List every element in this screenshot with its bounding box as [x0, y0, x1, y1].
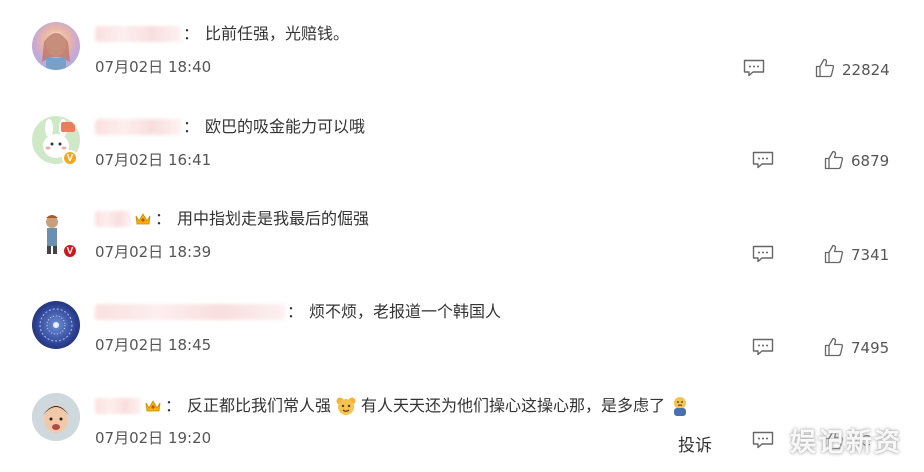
colon: ： [165, 396, 182, 415]
comment-text: 比前任强，光赔钱。 [205, 24, 350, 43]
username-redacted[interactable] [95, 211, 131, 227]
comment-line: ： 比前任强，光赔钱。 [95, 24, 349, 44]
like-count: 6879 [851, 152, 890, 170]
comment-text: 用中指划走是我最后的倔强 [177, 209, 370, 228]
comment-date: 07月02日 18:39 [95, 243, 212, 261]
verified-v-icon: V [62, 243, 78, 259]
colon: ： [155, 209, 172, 228]
comment-line: ： 用中指划走是我最后的倔强 [95, 209, 369, 229]
username-redacted[interactable] [95, 119, 181, 135]
verified-v-icon: V [62, 150, 78, 166]
report-button[interactable]: 投诉 [678, 431, 712, 456]
worried-emoji-icon [674, 397, 687, 416]
crown-icon [145, 400, 161, 412]
username-redacted[interactable] [95, 26, 181, 42]
comment-line: ： 欧巴的吸金能力可以哦 [95, 117, 365, 137]
bear-emoji-icon [336, 397, 356, 415]
avatar[interactable] [32, 301, 80, 349]
thumbs-up-icon[interactable] [824, 337, 844, 357]
comment-text-part1: 反正都比我们常人强 [187, 396, 332, 415]
comment-date: 07月02日 18:45 [95, 336, 212, 354]
like-count: 7341 [851, 246, 890, 264]
comment-icon[interactable] [752, 151, 774, 169]
thumbs-up-icon[interactable] [824, 150, 844, 170]
avatar-illustration [42, 32, 70, 70]
crown-icon [135, 213, 151, 225]
comment-date: 07月02日 19:20 [95, 429, 212, 447]
watermark: 娱记新资 [790, 428, 903, 458]
avatar-illustration [39, 308, 73, 342]
thumbs-up-icon[interactable] [824, 244, 844, 264]
username-redacted[interactable] [95, 304, 285, 320]
like-count: 22824 [842, 61, 890, 79]
colon: ： [183, 117, 200, 136]
comment-date: 07月02日 18:40 [95, 58, 212, 76]
comment-text-part2: 有人天天还为他们操心这操心那，是多虑了 [361, 396, 666, 415]
comment-text: 欧巴的吸金能力可以哦 [205, 117, 366, 136]
comment-icon[interactable] [743, 59, 765, 77]
comment-text: 烦不烦，老报道一个韩国人 [309, 302, 502, 321]
thumbs-up-icon[interactable] [815, 58, 835, 78]
avatar-illustration [32, 393, 80, 441]
avatar[interactable] [32, 22, 80, 70]
username-redacted[interactable] [95, 398, 141, 414]
comment-line: ： 烦不烦，老报道一个韩国人 [95, 302, 501, 322]
comment-icon[interactable] [752, 245, 774, 263]
like-count: 7495 [851, 339, 890, 357]
comment-date: 07月02日 16:41 [95, 151, 212, 169]
comment-line: ： 反正都比我们常人强 有人天天还为他们操心这操心那，是多虑了 [95, 395, 695, 417]
colon: ： [287, 302, 304, 321]
colon: ： [183, 24, 200, 43]
comment-icon[interactable] [752, 431, 774, 449]
comment-icon[interactable] [752, 338, 774, 356]
avatar[interactable] [32, 393, 80, 441]
